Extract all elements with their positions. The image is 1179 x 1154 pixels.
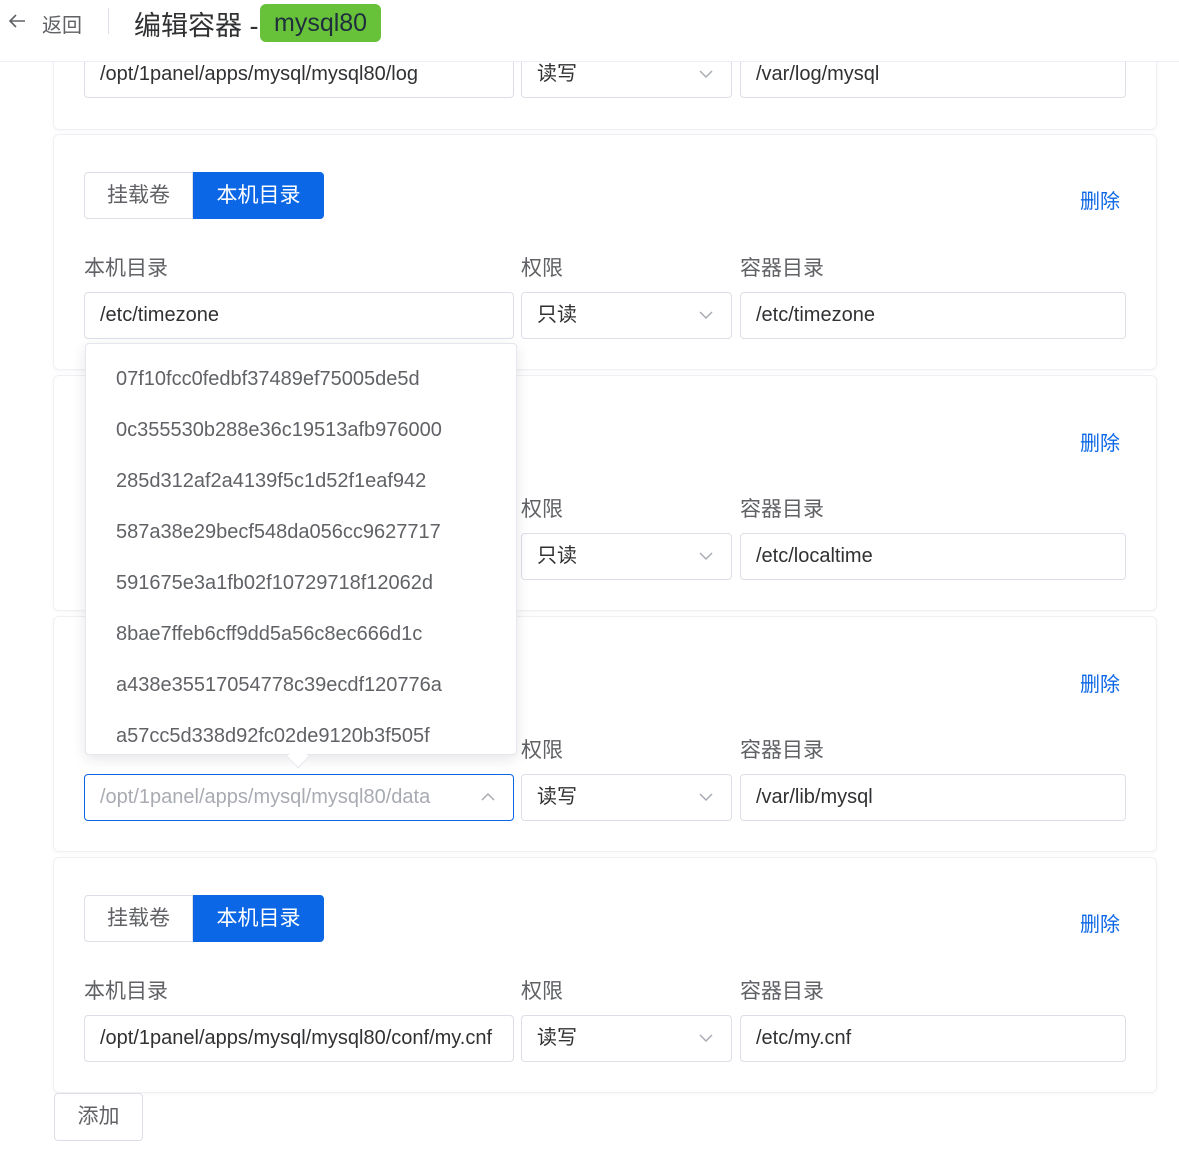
- container-dir-input-data[interactable]: /var/lib/mysql: [740, 774, 1126, 821]
- header-divider: [108, 8, 109, 34]
- chevron-up-icon: [481, 792, 495, 801]
- container-dir-label: 容器目录: [740, 498, 824, 521]
- chevron-down-icon: [699, 311, 713, 320]
- host-dir-input-conf[interactable]: /opt/1panel/apps/mysql/mysql80/conf/my.c…: [84, 1015, 514, 1062]
- back-button[interactable]: 返回: [42, 9, 82, 38]
- delete-button-conf[interactable]: 删除: [1080, 908, 1120, 937]
- permission-label: 权限: [521, 980, 563, 1003]
- host-dir-select-data[interactable]: /opt/1panel/apps/mysql/mysql80/data: [84, 774, 514, 821]
- mount-type-volume-button[interactable]: 挂载卷: [84, 895, 193, 942]
- page-header: 返回 编辑容器 - mysql80: [0, 0, 1179, 62]
- dropdown-option[interactable]: 285d312af2a4139f5c1d52f1eaf942: [86, 456, 516, 507]
- page-title: 编辑容器 -: [134, 11, 259, 41]
- host-dir-label: 本机目录: [84, 257, 168, 280]
- mount-type-host-button[interactable]: 本机目录: [193, 895, 324, 942]
- dropdown-option[interactable]: 8bae7ffeb6cff9dd5a56c8ec666d1c: [86, 609, 516, 660]
- permission-label: 权限: [521, 739, 563, 762]
- container-name-tag: mysql80: [260, 4, 382, 42]
- delete-button-timezone[interactable]: 删除: [1080, 185, 1120, 214]
- container-dir-label: 容器目录: [740, 980, 824, 1003]
- dropdown-option[interactable]: 07f10fcc0fedbf37489ef75005de5d: [86, 354, 516, 405]
- add-mount-button[interactable]: 添加: [54, 1093, 143, 1141]
- mount-type-volume-button[interactable]: 挂载卷: [84, 172, 193, 219]
- container-dir-input-timezone[interactable]: /etc/timezone: [740, 292, 1126, 339]
- container-dir-label: 容器目录: [740, 739, 824, 762]
- dropdown-option[interactable]: 0c355530b288e36c19513afb976000: [86, 405, 516, 456]
- arrow-left-icon[interactable]: [6, 10, 28, 32]
- host-dir-input-timezone[interactable]: /etc/timezone: [84, 292, 514, 339]
- dropdown-option[interactable]: 591675e3a1fb02f10729718f12062d: [86, 558, 516, 609]
- container-dir-input-conf[interactable]: /etc/my.cnf: [740, 1015, 1126, 1062]
- permission-select-timezone[interactable]: 只读: [521, 292, 732, 339]
- chevron-down-icon: [699, 70, 713, 79]
- dropdown-option[interactable]: 587a38e29becf548da056cc9627717: [86, 507, 516, 558]
- chevron-down-icon: [699, 793, 713, 802]
- host-dir-label: 本机目录: [84, 980, 168, 1003]
- container-dir-input-localtime[interactable]: /etc/localtime: [740, 533, 1126, 580]
- host-dir-dropdown: 07f10fcc0fedbf37489ef75005de5d 0c355530b…: [85, 343, 517, 755]
- permission-select-data[interactable]: 读写: [521, 774, 732, 821]
- mount-type-host-button[interactable]: 本机目录: [193, 172, 324, 219]
- mount-type-toggle-timezone: 挂载卷 本机目录: [84, 172, 324, 219]
- dropdown-option[interactable]: a438e35517054778c39ecdf120776a: [86, 660, 516, 711]
- chevron-down-icon: [699, 1034, 713, 1043]
- container-dir-label: 容器目录: [740, 257, 824, 280]
- permission-select-conf[interactable]: 读写: [521, 1015, 732, 1062]
- delete-button-data[interactable]: 删除: [1080, 668, 1120, 697]
- permission-select-localtime[interactable]: 只读: [521, 533, 732, 580]
- mount-type-toggle-conf: 挂载卷 本机目录: [84, 895, 324, 942]
- permission-label: 权限: [521, 257, 563, 280]
- permission-label: 权限: [521, 498, 563, 521]
- delete-button-localtime[interactable]: 删除: [1080, 427, 1120, 456]
- chevron-down-icon: [699, 552, 713, 561]
